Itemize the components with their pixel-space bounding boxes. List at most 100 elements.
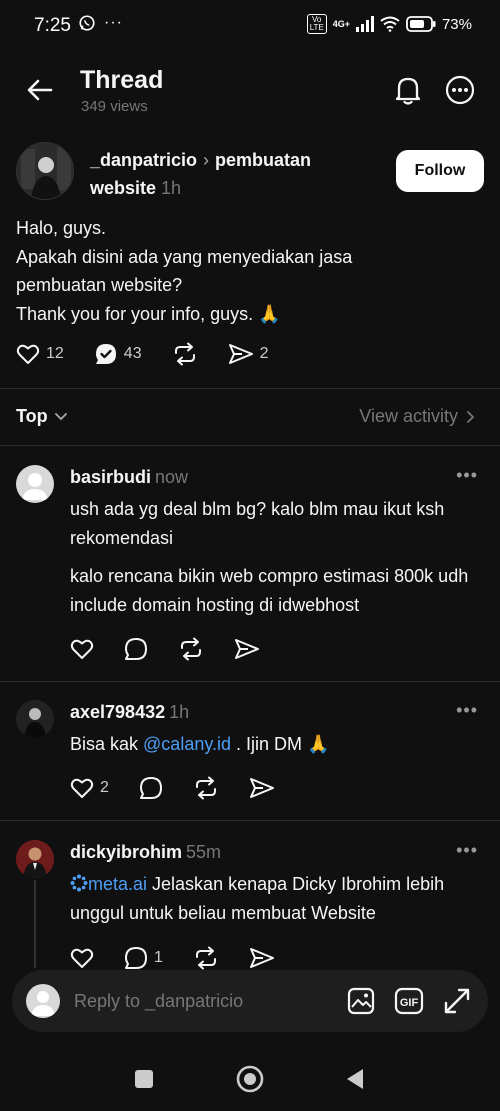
send-icon xyxy=(249,948,274,968)
reply-more-button[interactable]: ••• xyxy=(456,840,478,861)
reply-time: 1h xyxy=(169,702,190,722)
reply-actions: 1 xyxy=(70,946,305,970)
comment-button[interactable] xyxy=(124,637,148,661)
post-body: Halo, guys. Apakah disini ada yang menye… xyxy=(16,214,486,328)
avatar[interactable] xyxy=(16,465,54,503)
person-photo xyxy=(17,143,73,199)
gif-button[interactable]: GIF xyxy=(394,986,424,1016)
like-button[interactable] xyxy=(70,638,94,660)
reply-time: now xyxy=(155,467,189,487)
share-button[interactable]: 2 xyxy=(228,343,269,365)
sort-label: Top xyxy=(16,406,48,426)
follow-button[interactable]: Follow xyxy=(396,150,484,192)
back-button[interactable] xyxy=(22,72,58,108)
reply-author[interactable]: dickyibrohim 55m xyxy=(70,842,221,863)
notifications-button[interactable] xyxy=(390,72,426,108)
image-button[interactable] xyxy=(346,986,376,1016)
heart-icon xyxy=(70,778,94,798)
person-photo xyxy=(16,840,54,878)
battery-icon xyxy=(406,16,436,32)
reply-input[interactable] xyxy=(74,984,324,1018)
like-button[interactable]: 12 xyxy=(16,343,64,365)
view-activity-label: View activity xyxy=(359,406,458,426)
repost-button[interactable] xyxy=(178,637,204,661)
like-button[interactable]: 2 xyxy=(70,777,109,799)
reply-check-icon xyxy=(95,344,116,364)
avatar[interactable] xyxy=(16,700,54,738)
reply-more-button[interactable]: ••• xyxy=(456,700,478,721)
post-time: 1h xyxy=(161,178,182,198)
reply-count: 1 xyxy=(154,949,163,966)
post-line: Apakah disini ada yang menyediakan jasa xyxy=(16,246,353,267)
repost-icon xyxy=(181,637,201,661)
share-button[interactable] xyxy=(249,777,275,799)
avatar[interactable] xyxy=(16,840,54,878)
home-circle-icon xyxy=(236,1065,264,1093)
home-button[interactable] xyxy=(235,1064,265,1094)
send-icon xyxy=(235,639,259,659)
heart-icon xyxy=(70,948,94,968)
share-button[interactable] xyxy=(234,638,260,660)
share-count: 2 xyxy=(259,345,269,362)
triangle-back-icon xyxy=(347,1069,363,1089)
meta-ai-icon xyxy=(70,874,88,892)
comment-button[interactable]: 1 xyxy=(124,946,163,970)
more-circle-icon xyxy=(445,75,475,105)
back-arrow-icon xyxy=(27,79,53,101)
svg-text:GIF: GIF xyxy=(400,997,419,1009)
like-button[interactable] xyxy=(70,947,94,969)
expand-button[interactable] xyxy=(442,986,472,1016)
chevron-down-icon xyxy=(54,412,67,420)
view-count: 349 views xyxy=(81,98,148,115)
reply-count: 43 xyxy=(123,345,142,362)
send-icon xyxy=(228,344,253,364)
chevron-right-icon: › xyxy=(203,150,210,170)
comment-icon xyxy=(125,638,147,660)
system-nav-bar xyxy=(0,1050,500,1111)
default-avatar-icon xyxy=(31,991,55,1016)
repost-button[interactable] xyxy=(193,776,219,800)
mention-link[interactable]: @calany.id xyxy=(143,734,231,754)
recents-button[interactable] xyxy=(129,1064,159,1094)
signal-icon xyxy=(355,16,374,32)
heart-icon xyxy=(70,639,94,659)
repost-button[interactable] xyxy=(193,946,219,970)
author-avatar[interactable] xyxy=(16,142,74,200)
expand-icon xyxy=(444,988,470,1014)
reply-more-button[interactable]: ••• xyxy=(456,465,478,486)
comment-icon xyxy=(139,777,162,799)
page-title: Thread xyxy=(80,66,164,94)
reply-body: meta.ai Jelaskan kenapa Dicky Ibrohim le… xyxy=(70,874,445,923)
reply-author[interactable]: axel798432 1h xyxy=(70,702,189,723)
more-options-button[interactable] xyxy=(442,72,478,108)
repost-button[interactable] xyxy=(172,342,198,366)
reply-actions xyxy=(70,637,290,661)
top-bar: Thread 349 views xyxy=(0,60,500,120)
reply-body: ush ada yg deal blm bg? kalo blm mau iku… xyxy=(70,499,445,548)
replies-button[interactable]: 43 xyxy=(94,342,142,366)
like-count: 12 xyxy=(46,345,64,362)
share-button[interactable] xyxy=(249,947,275,969)
heart-icon xyxy=(16,344,40,364)
reply-body: kalo rencana bikin web compro estimasi 8… xyxy=(70,566,469,615)
square-icon xyxy=(135,1070,153,1088)
comment-button[interactable] xyxy=(139,776,163,800)
volte-icon: Vo LTE xyxy=(306,14,327,34)
post-line: pembuatan website? xyxy=(16,275,183,295)
author-name[interactable]: _danpatricio xyxy=(90,150,197,170)
meta-ai-mention[interactable]: meta.ai xyxy=(88,874,147,894)
user-avatar xyxy=(26,984,60,1018)
divider xyxy=(0,820,500,821)
sort-row: Top View activity xyxy=(0,400,500,436)
network-type: 4G+ xyxy=(332,19,350,29)
system-back-button[interactable] xyxy=(340,1064,370,1094)
battery-level: 73% xyxy=(441,15,472,33)
view-activity-link[interactable]: View activity xyxy=(359,406,476,427)
whatsapp-icon xyxy=(79,15,95,31)
send-icon xyxy=(249,778,274,798)
divider xyxy=(0,445,500,446)
status-time: 7:25 xyxy=(34,15,71,36)
thread-connector xyxy=(34,880,36,968)
sort-dropdown[interactable]: Top xyxy=(16,406,68,427)
reply-author[interactable]: basirbudi now xyxy=(70,467,188,488)
